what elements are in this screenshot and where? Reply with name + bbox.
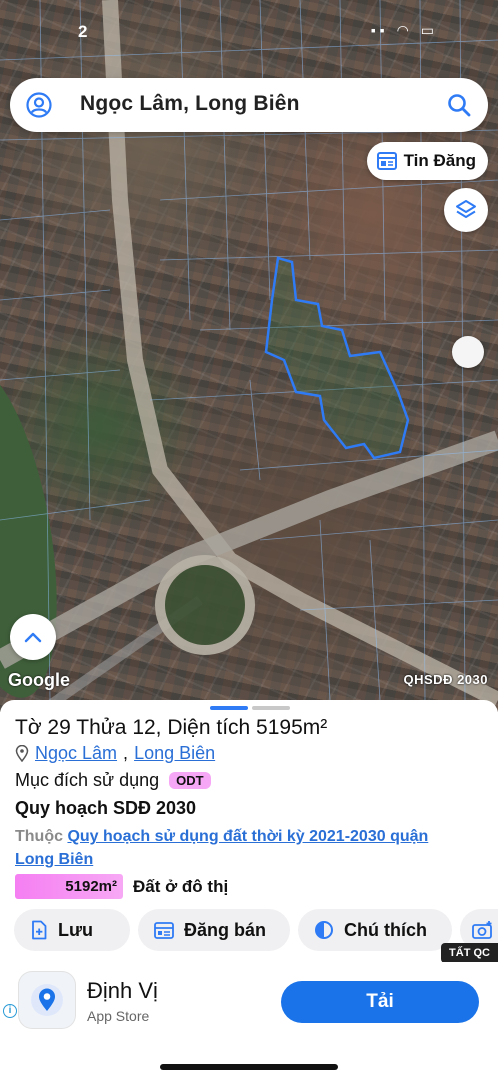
location-pin-icon [15, 745, 29, 762]
half-circle-icon [315, 921, 333, 939]
roundabout [155, 555, 255, 655]
plan-prefix: Thuộc [15, 828, 63, 845]
expand-up-button[interactable] [10, 614, 56, 660]
install-button[interactable]: Tải [281, 981, 479, 1023]
ad-banner[interactable]: i Định Vị App Store Tải [0, 962, 498, 1038]
search-icon[interactable] [446, 92, 472, 118]
layers-icon [456, 200, 476, 218]
legend-button[interactable]: Chú thích [298, 909, 452, 951]
parcel-title: Tờ 29 Thửa 12, Diện tích 5195m² [15, 716, 328, 739]
status-icons: ▪▪ ◠ ▭ [370, 22, 438, 38]
sheet-page-indicator[interactable] [210, 706, 290, 710]
area-bar: 5192m² [15, 874, 123, 899]
app-icon[interactable] [19, 972, 75, 1028]
status-time: 2 [78, 22, 88, 41]
google-logo: Google [8, 670, 70, 690]
satellite-map[interactable]: 2 ▪▪ ◠ ▭ Ngọc Lâm, Long Biên Tin Đăng Go… [0, 0, 498, 712]
layers-button[interactable] [444, 188, 488, 232]
plan-title: Quy hoạch SDĐ 2030 [15, 798, 197, 818]
hide-ads-tag[interactable]: TẤT QC [441, 943, 498, 963]
ad-store-label: App Store [87, 1008, 150, 1024]
legend-label: Chú thích [344, 919, 427, 940]
home-area [0, 1038, 498, 1080]
post-for-sale-label: Đăng bán [184, 919, 267, 940]
district-link[interactable]: Long Biên [134, 743, 215, 764]
selected-parcel-outline[interactable] [264, 256, 410, 460]
tin-dang-button[interactable]: Tin Đăng [366, 142, 488, 180]
parcel-info-sheet[interactable]: Tờ 29 Thửa 12, Diện tích 5195m² Ngọc Lâm… [0, 700, 498, 970]
map-handle-dot[interactable] [452, 336, 484, 368]
purpose-row: Mục đích sử dụng ODT [15, 770, 211, 791]
save-button[interactable]: Lưu [14, 909, 130, 951]
chevron-up-icon [24, 632, 42, 643]
save-label: Lưu [58, 919, 94, 940]
status-bar: 2 ▪▪ ◠ ▭ [0, 18, 498, 48]
land-use-code-badge: ODT [169, 772, 211, 789]
ward-link[interactable]: Ngọc Lâm [35, 743, 117, 764]
plan-reference: Thuộc Quy hoạch sử dụng đất thời kỳ 2021… [15, 825, 465, 871]
home-indicator[interactable] [160, 1064, 338, 1070]
ad-info-icon[interactable]: i [3, 1004, 17, 1018]
search-bar[interactable]: Ngọc Lâm, Long Biên [10, 78, 488, 132]
post-for-sale-button[interactable]: Đăng bán [138, 909, 290, 951]
purpose-label: Mục đích sử dụng [15, 770, 160, 790]
location-row: Ngọc Lâm, Long Biên [15, 743, 215, 764]
calendar-icon [154, 922, 174, 939]
user-icon[interactable] [26, 92, 52, 118]
camera-plus-icon [472, 921, 492, 939]
map-layer-badge: QHSDĐ 2030 [403, 672, 488, 687]
plan-link[interactable]: Quy hoạch sử dụng đất thời kỳ 2021-2030 … [15, 828, 428, 868]
action-buttons: Lưu Đăng bán Chú thích [14, 909, 498, 951]
ad-app-name: Định Vị [87, 978, 158, 1003]
area-row: 5192m² Đất ở đô thị [15, 874, 228, 899]
bookmark-plus-icon [32, 920, 47, 940]
area-land-type: Đất ở đô thị [133, 876, 229, 896]
listing-icon [376, 152, 397, 170]
location-separator: , [123, 743, 129, 763]
search-location-title[interactable]: Ngọc Lâm, Long Biên [80, 92, 300, 116]
tin-dang-label: Tin Đăng [403, 151, 476, 170]
map-pin-app-icon [31, 984, 63, 1016]
